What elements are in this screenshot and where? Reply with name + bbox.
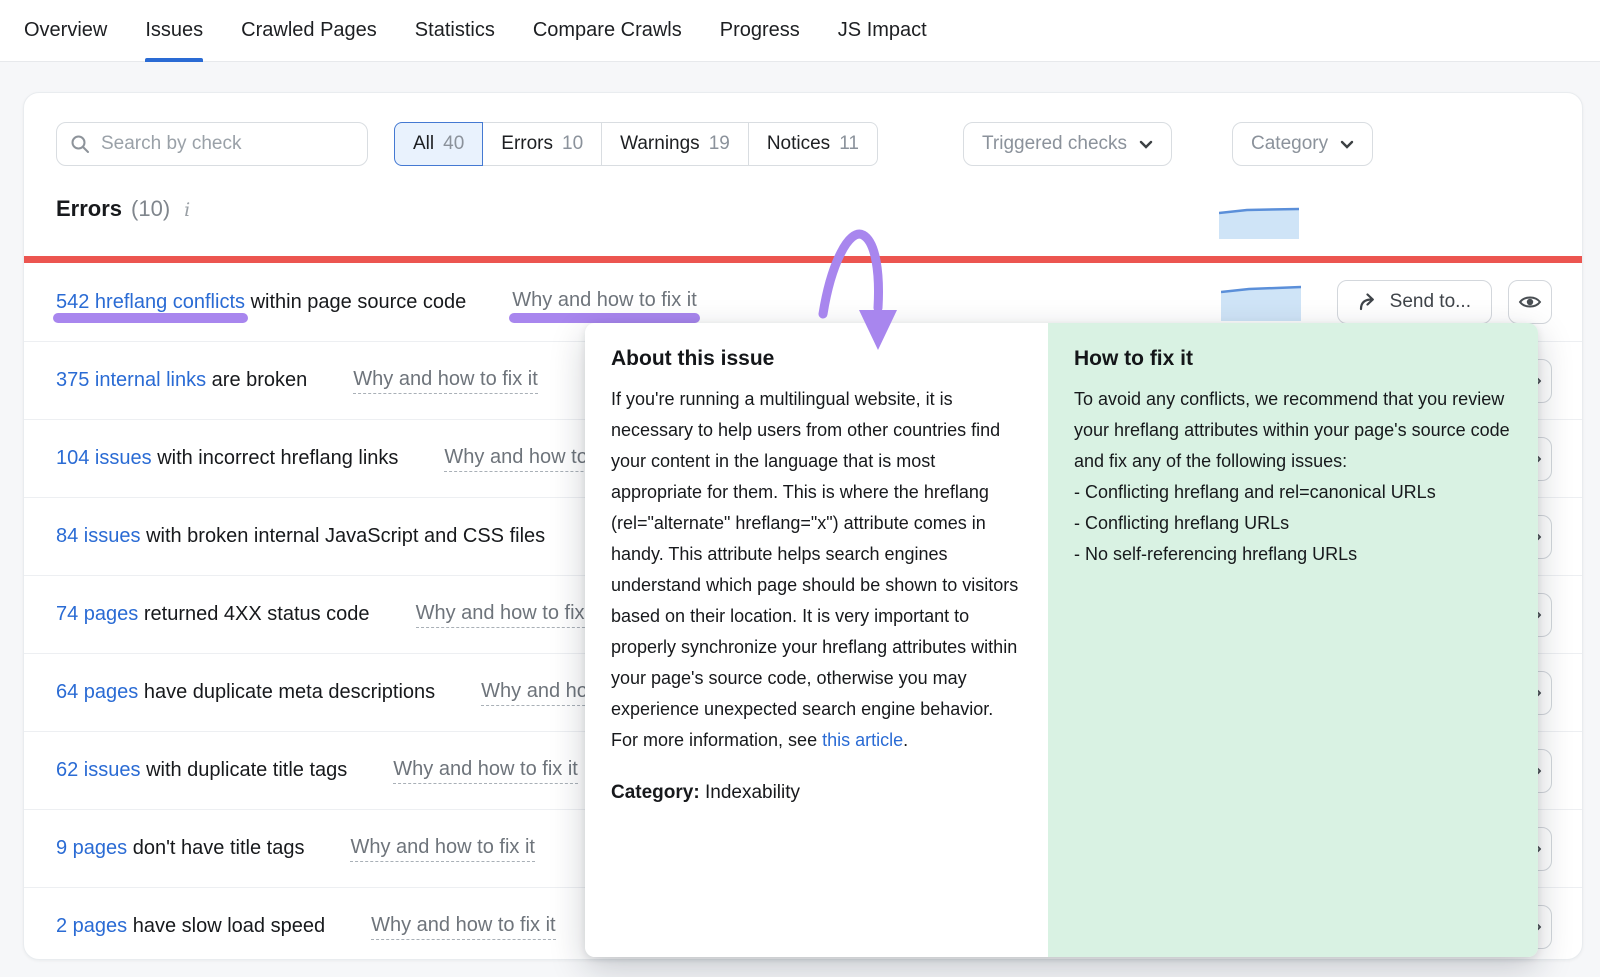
category-label: Category: bbox=[611, 782, 700, 803]
chevron-down-icon bbox=[1340, 140, 1354, 149]
category-dropdown[interactable]: Category bbox=[1232, 122, 1373, 166]
errors-section-header: Errors (10) i bbox=[56, 196, 190, 222]
filter-errors-count: 10 bbox=[562, 133, 583, 155]
issue-text: 104 issues with incorrect hreflang links bbox=[56, 447, 398, 470]
filter-warnings-count: 19 bbox=[709, 133, 730, 155]
why-how-to-fix-link[interactable]: Why and how to fix it bbox=[512, 289, 697, 315]
category-dropdown-label: Category bbox=[1251, 133, 1328, 155]
about-column: About this issue If you're running a mul… bbox=[585, 323, 1048, 957]
issue-description: with duplicate title tags bbox=[146, 759, 347, 781]
severity-red-bar bbox=[24, 256, 1582, 263]
why-how-to-fix-link[interactable]: Why and how to fix it bbox=[416, 602, 601, 628]
tab-issues[interactable]: Issues bbox=[145, 0, 203, 62]
tab-compare-crawls[interactable]: Compare Crawls bbox=[533, 0, 682, 62]
filter-errors[interactable]: Errors 10 bbox=[482, 122, 602, 166]
issue-description: within page source code bbox=[251, 291, 467, 313]
tab-statistics[interactable]: Statistics bbox=[415, 0, 495, 62]
triggered-checks-label: Triggered checks bbox=[982, 133, 1127, 155]
send-to-button[interactable]: Send to... bbox=[1337, 280, 1492, 324]
about-title: About this issue bbox=[611, 347, 1022, 371]
errors-title: Errors bbox=[56, 196, 122, 222]
why-how-to-fix-link[interactable]: Why and how to fix it bbox=[350, 836, 535, 862]
triggered-checks-dropdown[interactable]: Triggered checks bbox=[963, 122, 1172, 166]
why-how-to-fix-link[interactable]: Why and how to fix it bbox=[371, 914, 556, 940]
info-icon[interactable]: i bbox=[184, 199, 190, 221]
issue-description: returned 4XX status code bbox=[144, 603, 370, 625]
category-line: Category: Indexability bbox=[611, 782, 1022, 804]
issue-text: 84 issues with broken internal JavaScrip… bbox=[56, 525, 545, 548]
filter-all-label: All bbox=[413, 133, 434, 155]
issue-trend-sparkline bbox=[1221, 283, 1301, 321]
site-audit-issues-page: Overview Issues Crawled Pages Statistics… bbox=[0, 0, 1600, 977]
tab-js-impact[interactable]: JS Impact bbox=[838, 0, 927, 62]
issue-description: with incorrect hreflang links bbox=[157, 447, 398, 469]
eye-button[interactable] bbox=[1508, 280, 1552, 324]
issue-text: 375 internal links are broken bbox=[56, 369, 307, 392]
issue-description: have slow load speed bbox=[133, 915, 325, 937]
fix-intro: To avoid any conflicts, we recommend tha… bbox=[1074, 384, 1512, 477]
article-link[interactable]: this article bbox=[822, 730, 903, 750]
errors-count: (10) bbox=[131, 196, 170, 222]
tab-crawled-pages[interactable]: Crawled Pages bbox=[241, 0, 377, 62]
issue-text: 9 pages don't have title tags bbox=[56, 837, 304, 860]
filter-warnings[interactable]: Warnings 19 bbox=[601, 122, 749, 166]
fix-title: How to fix it bbox=[1074, 347, 1512, 371]
issue-count-link[interactable]: 84 issues bbox=[56, 525, 141, 547]
fix-item: - Conflicting hreflang URLs bbox=[1074, 508, 1512, 539]
fix-item: - No self-referencing hreflang URLs bbox=[1074, 539, 1512, 570]
tab-overview[interactable]: Overview bbox=[24, 0, 107, 62]
why-how-to-fix-link[interactable]: Why and how to fix it bbox=[353, 368, 538, 394]
tab-progress[interactable]: Progress bbox=[720, 0, 800, 62]
filter-notices-label: Notices bbox=[767, 133, 830, 155]
row-controls: Send to... bbox=[1221, 280, 1552, 324]
search-input[interactable] bbox=[56, 122, 368, 166]
fix-column: How to fix it To avoid any conflicts, we… bbox=[1048, 323, 1538, 957]
about-body-period: . bbox=[903, 730, 908, 750]
filter-all-count: 40 bbox=[443, 133, 464, 155]
filter-notices[interactable]: Notices 11 bbox=[748, 122, 878, 166]
about-body: If you're running a multilingual website… bbox=[611, 384, 1022, 756]
filter-notices-count: 11 bbox=[839, 133, 859, 155]
why-how-to-fix-link[interactable]: Why and how to fix it bbox=[393, 758, 578, 784]
filter-all[interactable]: All 40 bbox=[394, 122, 483, 166]
issue-count-link[interactable]: 74 pages bbox=[56, 603, 138, 625]
search-box bbox=[56, 122, 368, 166]
issues-toolbar: All 40 Errors 10 Warnings 19 Notices 11 … bbox=[56, 122, 1562, 166]
issue-description: with broken internal JavaScript and CSS … bbox=[146, 525, 545, 547]
filter-errors-label: Errors bbox=[501, 133, 553, 155]
issue-count-link[interactable]: 9 pages bbox=[56, 837, 127, 859]
category-value: Indexability bbox=[705, 782, 800, 803]
issue-count-link[interactable]: 375 internal links bbox=[56, 369, 206, 391]
issue-text: 74 pages returned 4XX status code bbox=[56, 603, 370, 626]
issue-count-link[interactable]: 2 pages bbox=[56, 915, 127, 937]
issue-popup: About this issue If you're running a mul… bbox=[585, 323, 1538, 957]
share-arrow-icon bbox=[1358, 293, 1378, 311]
issue-count-link[interactable]: 542 hreflang conflicts bbox=[56, 291, 245, 314]
fix-item: - Conflicting hreflang and rel=canonical… bbox=[1074, 477, 1512, 508]
severity-filter: All 40 Errors 10 Warnings 19 Notices 11 bbox=[394, 122, 878, 166]
chevron-down-icon bbox=[1139, 140, 1153, 149]
top-nav: Overview Issues Crawled Pages Statistics… bbox=[0, 0, 1600, 62]
issue-description: have duplicate meta descriptions bbox=[144, 681, 435, 703]
issue-description: don't have title tags bbox=[133, 837, 305, 859]
issue-count-link[interactable]: 64 pages bbox=[56, 681, 138, 703]
eye-icon bbox=[1518, 290, 1542, 314]
search-icon bbox=[70, 134, 90, 159]
issue-text: 64 pages have duplicate meta description… bbox=[56, 681, 435, 704]
send-to-label: Send to... bbox=[1390, 291, 1471, 313]
about-body-text: If you're running a multilingual website… bbox=[611, 389, 1018, 750]
issue-count-link[interactable]: 104 issues bbox=[56, 447, 152, 469]
issue-count-link[interactable]: 62 issues bbox=[56, 759, 141, 781]
issue-description: are broken bbox=[212, 369, 308, 391]
issue-text: 62 issues with duplicate title tags bbox=[56, 759, 347, 782]
filter-warnings-label: Warnings bbox=[620, 133, 700, 155]
issue-text: 2 pages have slow load speed bbox=[56, 915, 325, 938]
issue-text: 542 hreflang conflicts within page sourc… bbox=[56, 291, 466, 314]
errors-trend-sparkline bbox=[1219, 205, 1299, 239]
